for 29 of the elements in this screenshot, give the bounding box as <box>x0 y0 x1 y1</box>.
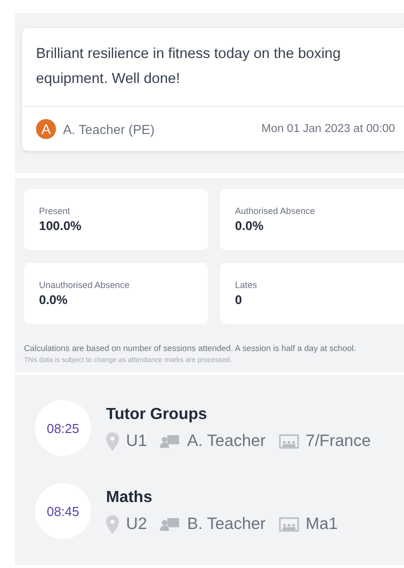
stat-value: 0.0% <box>39 293 68 307</box>
location-pin-icon <box>106 432 119 450</box>
lesson-time: 08:25 <box>35 400 91 456</box>
stat-label: Unauthorised Absence <box>39 280 131 290</box>
lesson-title: Tutor Groups <box>106 406 208 424</box>
lesson-time: 08:45 <box>35 483 91 539</box>
group-text: 7/France <box>306 432 371 450</box>
room-text: U1 <box>126 432 148 450</box>
teacher-icon <box>160 516 180 532</box>
calculation-note: Calculations are based on number of sessions attended. A session is half a day at school. <box>24 343 357 353</box>
class-group-icon <box>278 516 299 532</box>
stat-label: Present <box>39 206 72 216</box>
comment-date: Mon 01 Jan 2023 at 00:00 <box>261 123 395 135</box>
stat-label: Authorised Absence <box>235 206 316 216</box>
author-name: A. Teacher (PE) <box>63 122 155 136</box>
lesson-title: Maths <box>106 488 154 506</box>
room-text: U2 <box>126 514 148 534</box>
stat-value: 0.0% <box>235 219 264 233</box>
stat-value: 100.0% <box>39 219 82 233</box>
stat-label: Lates <box>235 280 258 290</box>
group-text: Ma1 <box>306 514 338 534</box>
stat-value: 0 <box>235 293 243 307</box>
comment-text: Brilliant resilience in fitness today on the boxing equipment. Well done! <box>35 45 342 89</box>
teacher-text: A. Teacher <box>187 432 266 450</box>
avatar: A <box>36 119 56 139</box>
class-group-icon <box>278 434 299 448</box>
teacher-icon <box>160 434 180 448</box>
location-pin-icon <box>106 514 119 534</box>
teacher-text: B. Teacher <box>187 514 266 534</box>
